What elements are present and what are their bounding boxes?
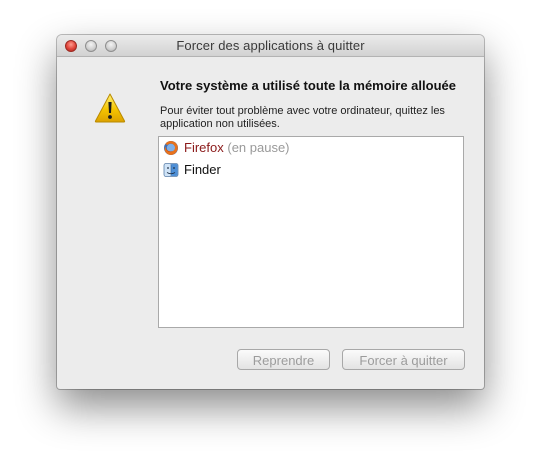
desktop-background: Forcer des applications à quitter Votre … bbox=[0, 0, 541, 469]
app-name: Finder bbox=[184, 162, 221, 177]
title-bar[interactable]: Forcer des applications à quitter bbox=[57, 35, 484, 57]
alert-description: Pour éviter tout problème avec votre ord… bbox=[160, 105, 445, 130]
list-item-firefox[interactable]: Firefox (en pause) bbox=[159, 137, 463, 159]
warning-icon bbox=[94, 93, 126, 123]
firefox-icon bbox=[164, 141, 178, 155]
list-item-finder[interactable]: Finder bbox=[159, 159, 463, 181]
app-entry: Finder bbox=[184, 162, 221, 177]
app-name: Firefox bbox=[184, 140, 224, 155]
force-quit-button[interactable]: Forcer à quitter bbox=[342, 349, 465, 370]
app-entry: Firefox (en pause) bbox=[184, 140, 290, 155]
application-list[interactable]: Firefox (en pause) Finder bbox=[158, 136, 464, 328]
force-quit-dialog: Forcer des applications à quitter Votre … bbox=[57, 35, 484, 389]
finder-icon bbox=[163, 163, 179, 177]
app-status: (en pause) bbox=[227, 140, 290, 155]
window-title: Forcer des applications à quitter bbox=[176, 38, 365, 53]
alert-heading: Votre système a utilisé toute la mémoire… bbox=[160, 78, 456, 93]
resume-button[interactable]: Reprendre bbox=[237, 349, 330, 370]
